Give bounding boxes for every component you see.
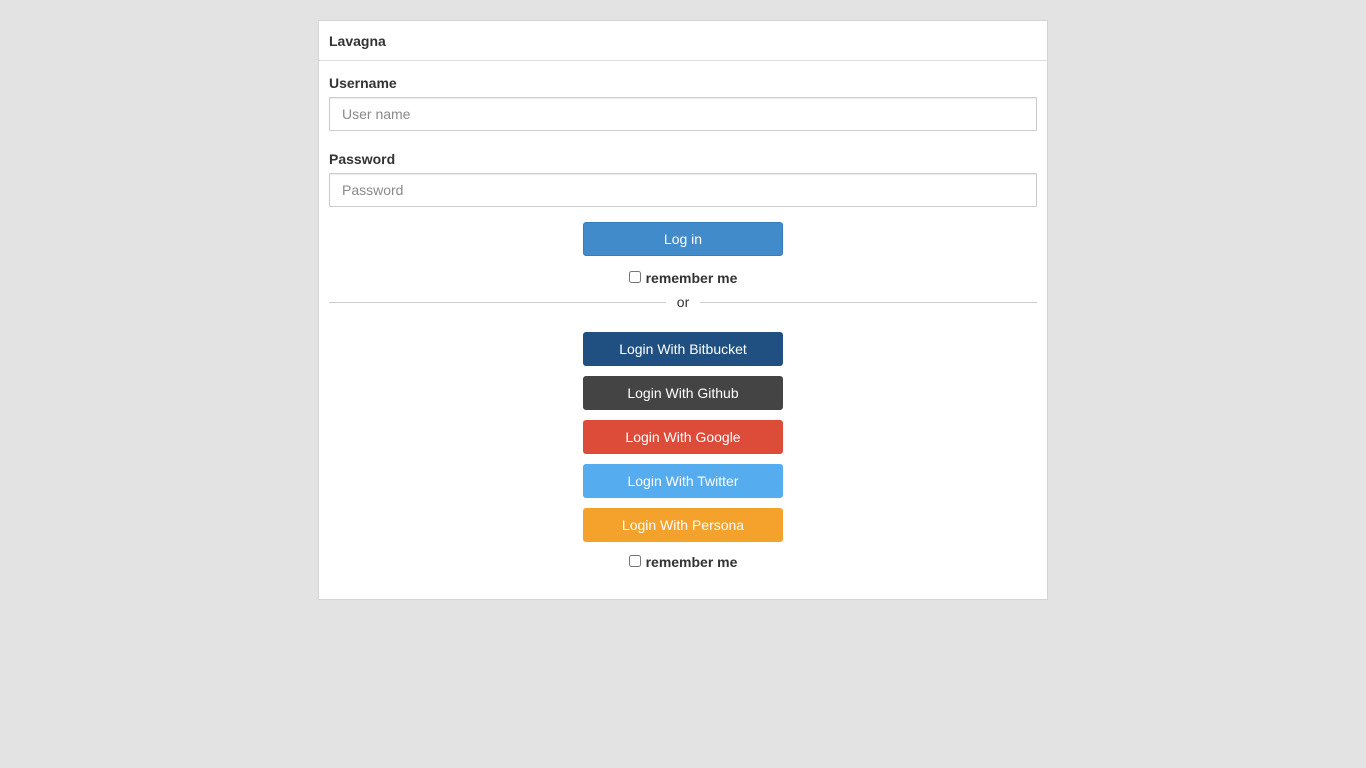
divider-line-left: [329, 301, 666, 303]
divider-line-right: [700, 301, 1038, 303]
remember-me-label: remember me: [645, 270, 738, 286]
login-form: Username Password Log in remember me or …: [319, 61, 1047, 572]
social-remember-me-checkbox[interactable]: [628, 555, 641, 567]
app-title: Lavagna: [329, 32, 386, 49]
social-remember-me-label: remember me: [645, 554, 738, 570]
login-persona-button[interactable]: Login With Persona: [583, 508, 783, 542]
login-github-button[interactable]: Login With Github: [583, 376, 783, 410]
login-bitbucket-button[interactable]: Login With Bitbucket: [583, 332, 783, 366]
login-button[interactable]: Log in: [583, 222, 783, 256]
username-input[interactable]: [329, 97, 1037, 131]
password-input[interactable]: [329, 173, 1037, 207]
panel-heading: Lavagna: [319, 21, 1047, 61]
login-twitter-button[interactable]: Login With Twitter: [583, 464, 783, 498]
divider-text: or: [676, 294, 690, 310]
social-remember-me-row: remember me: [329, 552, 1037, 572]
password-label: Password: [329, 151, 396, 167]
username-group: Username: [329, 73, 1037, 131]
username-label: Username: [329, 75, 397, 91]
or-divider: or: [329, 294, 1038, 310]
remember-me-row: remember me: [329, 268, 1037, 288]
social-login-list: Login With Bitbucket Login With Github L…: [329, 332, 1037, 542]
remember-me-checkbox[interactable]: [628, 271, 641, 283]
login-panel: Lavagna Username Password Log in remembe…: [318, 20, 1048, 600]
password-group: Password: [329, 149, 1037, 207]
login-google-button[interactable]: Login With Google: [583, 420, 783, 454]
